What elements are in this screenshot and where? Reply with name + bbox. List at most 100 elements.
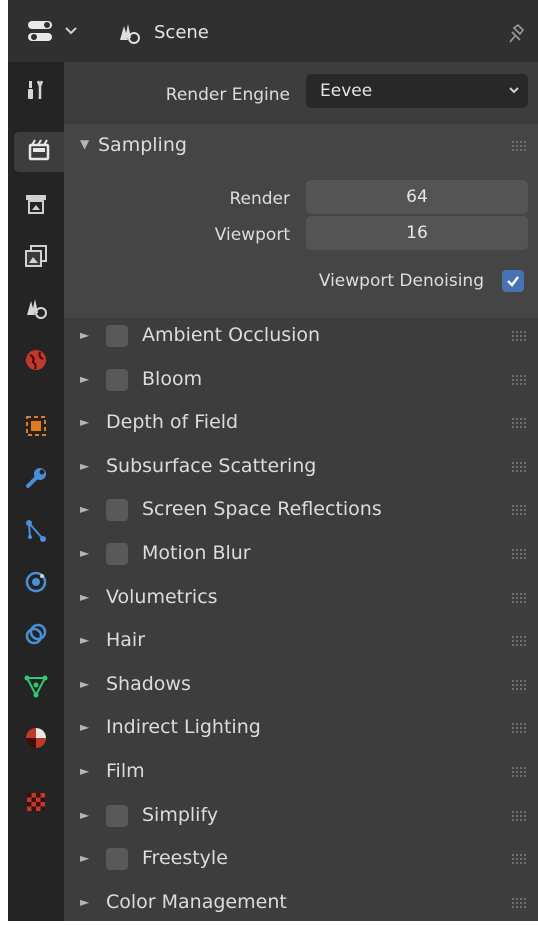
panel-header-color-management[interactable]: ► Color Management: [64, 881, 538, 925]
panel-header-film[interactable]: ► Film: [64, 750, 538, 794]
viewport-denoising-label: Viewport Denoising: [318, 271, 484, 291]
drag-grip-icon[interactable]: [512, 505, 526, 516]
drag-grip-icon[interactable]: [512, 549, 526, 559]
section-title: Motion Blur: [142, 542, 251, 564]
tab-tool[interactable]: [14, 72, 58, 112]
output-icon: [23, 191, 49, 221]
triangle-right-icon: ►: [80, 807, 90, 822]
render-engine-dropdown[interactable]: Eevee: [306, 74, 528, 108]
panel-header-shadows[interactable]: ► Shadows: [64, 663, 538, 707]
viewport-denoising-checkbox[interactable]: [502, 270, 524, 292]
section-title: Subsurface Scattering: [106, 454, 317, 477]
chevron-down-icon: [508, 74, 520, 121]
object-icon: [23, 413, 49, 443]
tab-material[interactable]: [14, 720, 58, 760]
tab-view-layer[interactable]: [14, 238, 58, 278]
editor-type-button[interactable]: [26, 18, 88, 48]
panel-header-screen-space-reflections[interactable]: ► Screen Space Reflections: [64, 488, 538, 532]
panel-header-ambient-occlusion[interactable]: ► Ambient Occlusion: [64, 314, 538, 358]
drag-grip-icon[interactable]: [512, 897, 526, 908]
tab-modifiers[interactable]: [14, 460, 58, 500]
section-enable-checkbox[interactable]: [106, 848, 128, 871]
tab-world[interactable]: [14, 342, 58, 382]
constraints-icon: [23, 621, 49, 651]
tab-output[interactable]: [14, 186, 58, 226]
properties-editor: Scene Render Engine Eevee ▼ Sampling Ren…: [8, 0, 538, 921]
section-title: Volumetrics: [106, 585, 218, 608]
tab-particles[interactable]: [14, 512, 58, 552]
sampling-panel-body: Render 64 Viewport 16 Viewport Denoising: [64, 168, 538, 318]
panel-header-volumetrics[interactable]: ► Volumetrics: [64, 576, 538, 620]
drag-grip-icon[interactable]: [512, 810, 526, 821]
section-enable-checkbox[interactable]: [106, 804, 128, 827]
tab-object[interactable]: [14, 408, 58, 448]
triangle-right-icon: ►: [80, 458, 90, 473]
drag-grip-icon[interactable]: [512, 854, 526, 865]
triangle-right-icon: ►: [80, 415, 90, 430]
section-title: Color Management: [106, 890, 287, 913]
drag-grip-icon[interactable]: [512, 331, 526, 341]
drag-grip-icon[interactable]: [512, 592, 526, 603]
panel-header-simplify[interactable]: ► Simplify: [64, 794, 538, 838]
tab-scene[interactable]: [14, 290, 58, 330]
panel-header-depth-of-field[interactable]: ► Depth of Field: [64, 401, 538, 445]
tab-data[interactable]: [14, 668, 58, 708]
triangle-right-icon: ►: [80, 851, 90, 866]
drag-grip-icon[interactable]: [512, 636, 526, 647]
panel-header-hair[interactable]: ► Hair: [64, 619, 538, 663]
physics-icon: [23, 569, 49, 599]
section-title: Screen Space Reflections: [142, 498, 382, 521]
section-title: Indirect Lighting: [106, 716, 261, 739]
section-title: Bloom: [142, 367, 203, 390]
drag-grip-icon[interactable]: [512, 723, 526, 734]
triangle-right-icon: ►: [80, 328, 90, 342]
tab-render[interactable]: [14, 132, 64, 172]
section-title: Film: [106, 760, 145, 782]
section-enable-checkbox[interactable]: [106, 499, 128, 522]
panel-header-motion-blur[interactable]: ► Motion Blur: [64, 532, 538, 576]
section-title: Simplify: [142, 803, 219, 826]
drag-grip-icon[interactable]: [512, 374, 526, 385]
triangle-right-icon: ►: [80, 633, 90, 648]
triangle-right-icon: ►: [80, 894, 90, 909]
tab-texture[interactable]: [14, 784, 58, 824]
properties-tabs: [8, 62, 64, 921]
chevron-down-icon: [64, 18, 78, 48]
drag-grip-icon[interactable]: [512, 679, 526, 690]
render-icon: [26, 137, 52, 167]
panel-header-freestyle[interactable]: ► Freestyle: [64, 837, 538, 881]
panel-header-subsurface-scattering[interactable]: ► Subsurface Scattering: [64, 445, 538, 489]
render-samples-field[interactable]: 64: [306, 180, 528, 214]
render-samples-label: Render: [229, 189, 290, 209]
scene-icon: [114, 18, 144, 48]
editor-header: Scene: [8, 0, 538, 62]
triangle-right-icon: ►: [80, 502, 90, 517]
drag-grip-icon[interactable]: [512, 767, 526, 777]
section-title: Sampling: [98, 134, 187, 156]
triangle-right-icon: ►: [80, 371, 90, 386]
drag-grip-icon[interactable]: [512, 141, 526, 151]
render-properties-panel: Render Engine Eevee ▼ Sampling Render 64…: [64, 62, 538, 921]
scene-name: Scene: [154, 22, 209, 43]
section-enable-checkbox[interactable]: [106, 368, 128, 391]
section-enable-checkbox[interactable]: [106, 325, 128, 347]
texture-icon: [23, 789, 49, 819]
viewport-samples-field[interactable]: 16: [306, 216, 528, 250]
view-layer-icon: [23, 243, 49, 273]
panel-header-bloom[interactable]: ► Bloom: [64, 358, 538, 402]
drag-grip-icon[interactable]: [512, 418, 526, 429]
scene-icon: [23, 295, 49, 325]
render-engine-label: Render Engine: [165, 85, 290, 105]
drag-grip-icon[interactable]: [512, 461, 526, 472]
render-engine-value: Eevee: [320, 81, 373, 101]
triangle-right-icon: ►: [80, 589, 90, 604]
tab-constraints[interactable]: [14, 616, 58, 656]
triangle-right-icon: ►: [80, 676, 90, 691]
pin-icon[interactable]: [502, 18, 530, 48]
panel-header-indirect-lighting[interactable]: ► Indirect Lighting: [64, 706, 538, 750]
sampling-panel-header[interactable]: ▼ Sampling: [64, 124, 538, 168]
section-enable-checkbox[interactable]: [106, 543, 128, 565]
triangle-right-icon: ►: [80, 720, 90, 735]
section-title: Hair: [106, 629, 146, 652]
tab-physics[interactable]: [14, 564, 58, 604]
